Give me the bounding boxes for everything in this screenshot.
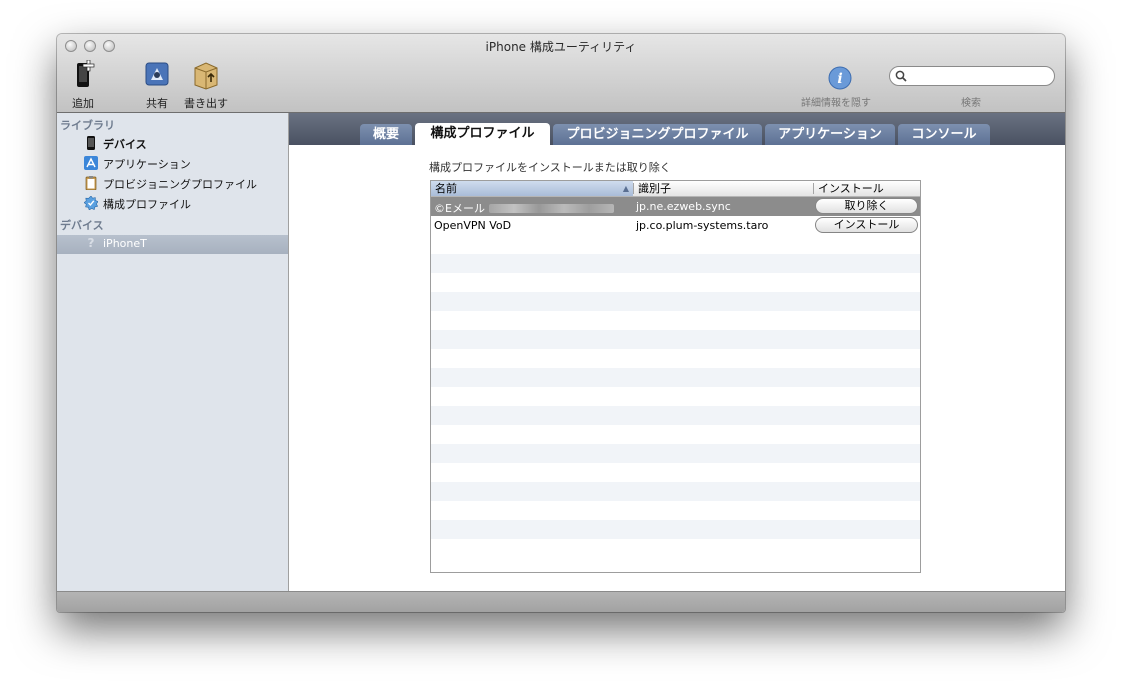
empty-row xyxy=(431,406,920,425)
table-row[interactable]: OpenVPN VoD jp.co.plum-systems.taro インスト… xyxy=(431,216,920,235)
empty-row xyxy=(431,368,920,387)
empty-row xyxy=(431,292,920,311)
app-window: iPhone 構成ユーティリティ 追加 共有 書き出す i 詳細情報を隠す 検索… xyxy=(57,34,1065,612)
sort-ascending-icon: ▲ xyxy=(622,184,629,193)
gear-badge-icon xyxy=(84,196,98,210)
tab-bar: 概要 構成プロファイル プロビジョニングプロファイル アプリケーション コンソー… xyxy=(289,113,1065,145)
install-button[interactable]: インストール xyxy=(815,217,918,233)
sidebar: ライブラリ デバイス アプリケーション プロビジョニングプロファイル 構成プロフ… xyxy=(57,113,289,591)
sidebar-item-iphonet[interactable]: ? iPhoneT xyxy=(57,235,288,254)
empty-row xyxy=(431,482,920,501)
search-input[interactable] xyxy=(910,68,1048,84)
question-icon: ? xyxy=(87,236,95,250)
sidebar-item-applications[interactable]: アプリケーション xyxy=(57,154,288,173)
empty-row xyxy=(431,520,920,539)
info-icon: i xyxy=(828,66,852,90)
row-identifier: jp.ne.ezweb.sync xyxy=(636,200,731,213)
sidebar-item-label: 構成プロファイル xyxy=(103,198,191,211)
share-button[interactable]: 共有 xyxy=(139,60,175,111)
bottom-bar xyxy=(57,591,1065,612)
hide-details-button[interactable]: i xyxy=(827,66,853,93)
add-button[interactable]: 追加 xyxy=(65,59,101,111)
export-label: 書き出す xyxy=(184,97,228,110)
column-header-install[interactable]: インストール xyxy=(814,181,920,196)
svg-text:i: i xyxy=(837,71,842,87)
row-name-cell: ©Eメール xyxy=(434,200,614,216)
sidebar-section-devices: デバイス xyxy=(60,219,104,232)
row-name: OpenVPN VoD xyxy=(434,219,512,232)
window-title: iPhone 構成ユーティリティ xyxy=(485,40,637,54)
sidebar-item-label: アプリケーション xyxy=(103,158,191,171)
tab-console[interactable]: コンソール xyxy=(898,124,990,145)
table-row[interactable]: ©Eメール jp.ne.ezweb.sync 取り除く xyxy=(431,197,920,216)
row-name: ©Eメール xyxy=(434,202,485,215)
toolbar: iPhone 構成ユーティリティ 追加 共有 書き出す i 詳細情報を隠す 検索 xyxy=(57,34,1065,113)
table-header: 名前 ▲ 識別子 インストール xyxy=(431,181,920,197)
sidebar-item-devices[interactable]: デバイス xyxy=(57,134,288,153)
sidebar-item-configuration-profiles[interactable]: 構成プロファイル xyxy=(57,194,288,213)
box-export-icon xyxy=(194,62,218,90)
remove-button[interactable]: 取り除く xyxy=(815,198,918,214)
sidebar-item-provisioning-profiles[interactable]: プロビジョニングプロファイル xyxy=(57,174,288,193)
column-header-name-label: 名前 xyxy=(435,182,457,195)
search-icon xyxy=(895,70,907,82)
search-field[interactable] xyxy=(889,66,1055,86)
iphone-icon xyxy=(87,136,95,150)
sidebar-item-label: デバイス xyxy=(103,138,147,151)
share-icon xyxy=(145,62,169,86)
search-label: 検索 xyxy=(961,98,981,109)
add-label: 追加 xyxy=(72,97,94,110)
tab-provisioning-profiles[interactable]: プロビジョニングプロファイル xyxy=(553,124,762,145)
app-store-icon xyxy=(84,156,98,170)
sidebar-item-label: プロビジョニングプロファイル xyxy=(103,178,257,191)
tab-summary[interactable]: 概要 xyxy=(360,124,412,145)
share-label: 共有 xyxy=(146,97,168,110)
tab-applications[interactable]: アプリケーション xyxy=(765,124,895,145)
tab-configuration-profiles[interactable]: 構成プロファイル xyxy=(415,123,550,145)
hide-details-label: 詳細情報を隠す xyxy=(801,98,871,109)
clipboard-icon xyxy=(85,176,97,190)
main-pane: 概要 構成プロファイル プロビジョニングプロファイル アプリケーション コンソー… xyxy=(289,113,1065,591)
column-header-name[interactable]: 名前 ▲ xyxy=(431,181,633,196)
section-description: 構成プロファイルをインストールまたは取り除く xyxy=(429,161,671,174)
row-identifier: jp.co.plum-systems.taro xyxy=(636,219,769,232)
redacted-text xyxy=(488,204,614,213)
sidebar-item-label: iPhoneT xyxy=(103,237,147,250)
column-header-identifier[interactable]: 識別子 xyxy=(634,181,812,196)
empty-row xyxy=(431,330,920,349)
sidebar-section-library: ライブラリ xyxy=(60,119,115,132)
add-device-icon xyxy=(77,59,95,87)
empty-row xyxy=(431,444,920,463)
empty-row xyxy=(431,254,920,273)
profiles-table: 名前 ▲ 識別子 インストール ©Eメール jp.ne.ezweb.sync 取… xyxy=(430,180,921,573)
export-button[interactable]: 書き出す xyxy=(183,60,229,111)
